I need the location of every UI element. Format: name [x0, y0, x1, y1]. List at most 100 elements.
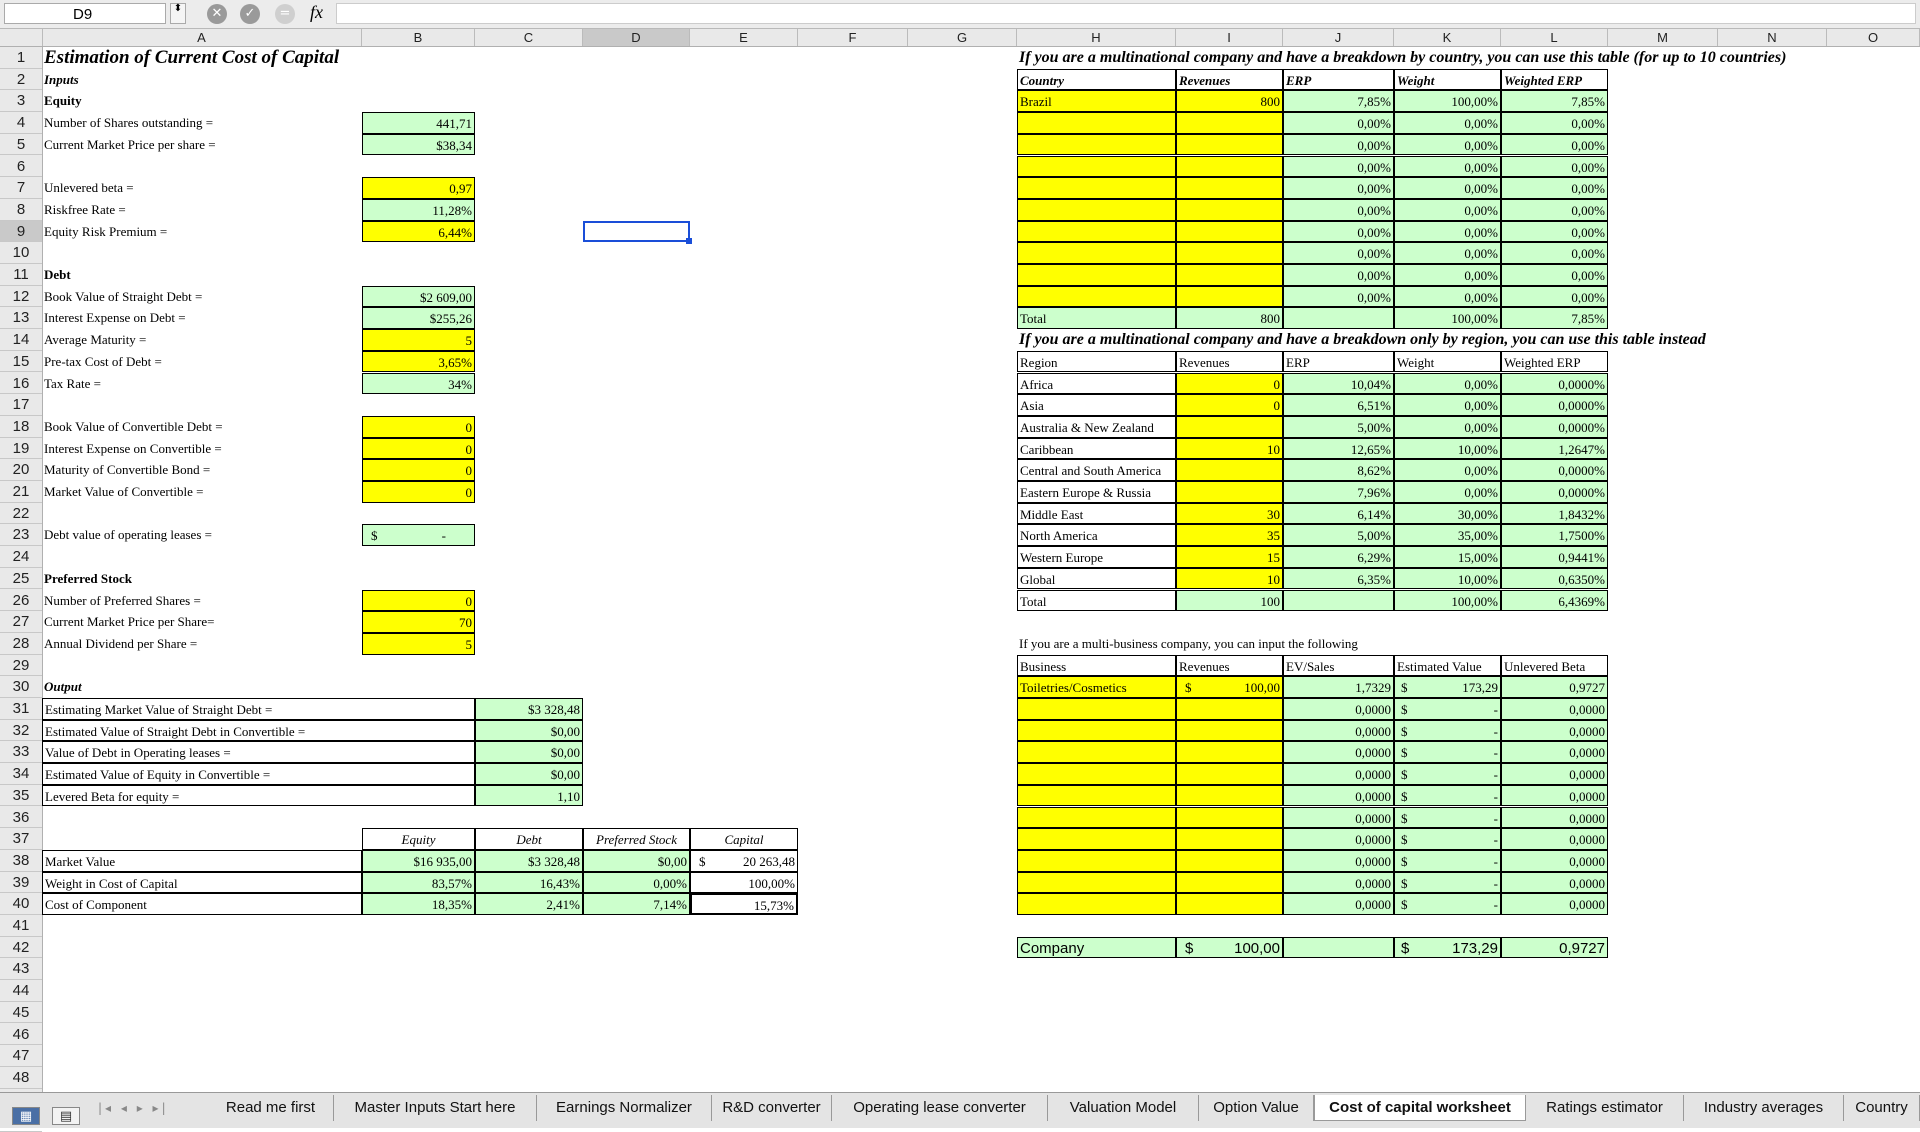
- business-name[interactable]: [1017, 806, 1176, 829]
- label-pref-price[interactable]: Current Market Price per Share=: [42, 611, 362, 633]
- country-cell[interactable]: 0,00%: [1501, 198, 1608, 221]
- column-header-o[interactable]: O: [1827, 29, 1920, 46]
- region-cell[interactable]: 10,04%: [1283, 372, 1394, 395]
- region-cell[interactable]: 0,6350%: [1501, 567, 1608, 590]
- region-cell[interactable]: 0,0000%: [1501, 459, 1608, 481]
- country-cell[interactable]: [1017, 112, 1176, 134]
- region-cell[interactable]: 0,00%: [1394, 459, 1501, 481]
- preferred-heading[interactable]: Preferred Stock: [42, 568, 362, 590]
- business-estimated-value[interactable]: - $: [1394, 719, 1501, 742]
- country-cell[interactable]: [1176, 177, 1283, 199]
- row-header-27[interactable]: 27: [0, 611, 42, 633]
- business-revenues[interactable]: [1176, 828, 1283, 850]
- business-header[interactable]: Estimated Value: [1394, 654, 1501, 677]
- region-cell[interactable]: 5,00%: [1283, 415, 1394, 438]
- output-heading[interactable]: Output: [42, 676, 362, 698]
- region-cell[interactable]: 0,00%: [1394, 415, 1501, 438]
- business-name[interactable]: [1017, 849, 1176, 872]
- row-header-35[interactable]: 35: [0, 785, 42, 807]
- business-name[interactable]: [1017, 719, 1176, 742]
- column-header-b[interactable]: B: [362, 29, 475, 46]
- region-cell[interactable]: 6,29%: [1283, 546, 1394, 568]
- sheet-tab-industry-averages[interactable]: Industry averages: [1684, 1095, 1844, 1121]
- label-conv-maturity[interactable]: Maturity of Convertible Bond =: [42, 459, 362, 481]
- country-cell[interactable]: 0,00%: [1283, 112, 1394, 134]
- input-leases[interactable]: - $: [362, 524, 475, 547]
- cancel-icon[interactable]: ✕: [207, 4, 227, 24]
- row-header-47[interactable]: 47: [0, 1045, 42, 1067]
- region-cell[interactable]: 6,35%: [1283, 567, 1394, 590]
- country-total-cell[interactable]: Total: [1017, 307, 1176, 330]
- input-conv-interest[interactable]: 0: [362, 437, 475, 460]
- column-header-j[interactable]: J: [1283, 29, 1394, 46]
- business-ev-sales[interactable]: 0,0000: [1283, 828, 1394, 850]
- region-cell[interactable]: Central and South America: [1017, 459, 1176, 481]
- output-label[interactable]: Estimated Value of Straight Debt in Conv…: [42, 719, 475, 742]
- label-riskfree[interactable]: Riskfree Rate =: [42, 199, 362, 221]
- row-header-10[interactable]: 10: [0, 242, 42, 264]
- business-name[interactable]: [1017, 784, 1176, 807]
- region-header[interactable]: Region: [1017, 350, 1176, 373]
- region-cell[interactable]: 8,62%: [1283, 459, 1394, 481]
- sheet-title[interactable]: Estimation of Current Cost of Capital: [42, 47, 475, 69]
- country-cell[interactable]: [1176, 264, 1283, 286]
- row-header-17[interactable]: 17: [0, 394, 42, 416]
- sheet-tab-earnings-normalizer[interactable]: Earnings Normalizer: [537, 1095, 712, 1121]
- country-total-cell[interactable]: 800: [1176, 307, 1283, 330]
- region-cell[interactable]: 10,00%: [1394, 567, 1501, 590]
- region-table-title[interactable]: If you are a multinational company and h…: [1017, 329, 1920, 351]
- input-erp[interactable]: 6,44%: [362, 220, 475, 243]
- normal-view-icon[interactable]: ▦: [12, 1107, 40, 1125]
- region-cell[interactable]: 10: [1176, 567, 1283, 590]
- region-cell[interactable]: Australia & New Zealand: [1017, 415, 1176, 438]
- business-revenues[interactable]: [1176, 698, 1283, 720]
- label-leases[interactable]: Debt value of operating leases =: [42, 524, 362, 546]
- row-header-30[interactable]: 30: [0, 676, 42, 698]
- country-cell[interactable]: [1017, 264, 1176, 286]
- business-name[interactable]: [1017, 893, 1176, 915]
- country-cell[interactable]: [1176, 112, 1283, 134]
- input-book-debt[interactable]: $2 609,00: [362, 285, 475, 308]
- region-total-cell[interactable]: 100: [1176, 589, 1283, 612]
- output-value[interactable]: $0,00: [475, 719, 583, 742]
- row-header-12[interactable]: 12: [0, 286, 42, 308]
- label-price[interactable]: Current Market Price per share =: [42, 134, 362, 156]
- column-header-l[interactable]: L: [1501, 29, 1608, 46]
- business-ev-sales[interactable]: 0,0000: [1283, 871, 1394, 894]
- region-cell[interactable]: 12,65%: [1283, 437, 1394, 460]
- row-header-43[interactable]: 43: [0, 958, 42, 981]
- region-cell[interactable]: Asia: [1017, 394, 1176, 416]
- input-maturity[interactable]: 5: [362, 329, 475, 351]
- row-header-34[interactable]: 34: [0, 763, 42, 785]
- output-value[interactable]: $3 328,48: [475, 698, 583, 720]
- output-label[interactable]: Levered Beta for equity =: [42, 784, 475, 807]
- input-pref-shares[interactable]: 0: [362, 589, 475, 612]
- row-header-13[interactable]: 13: [0, 307, 42, 330]
- business-unlevered-beta[interactable]: 0,0000: [1501, 828, 1608, 850]
- summary-header[interactable]: Capital: [690, 828, 798, 850]
- country-total-cell[interactable]: 7,85%: [1501, 307, 1608, 330]
- column-header-k[interactable]: K: [1394, 29, 1501, 46]
- country-cell[interactable]: 0,00%: [1394, 155, 1501, 178]
- company-revenues[interactable]: 100,00 $: [1176, 936, 1283, 959]
- country-total-cell[interactable]: [1283, 307, 1394, 330]
- country-cell[interactable]: 0,00%: [1501, 220, 1608, 243]
- summary-label[interactable]: Market Value: [42, 849, 362, 872]
- country-cell[interactable]: 0,00%: [1283, 264, 1394, 286]
- region-cell[interactable]: 0,0000%: [1501, 372, 1608, 395]
- business-unlevered-beta[interactable]: 0,0000: [1501, 784, 1608, 807]
- row-header-36[interactable]: 36: [0, 807, 42, 829]
- row-header-37[interactable]: 37: [0, 828, 42, 850]
- region-header[interactable]: Weighted ERP: [1501, 350, 1608, 373]
- input-beta[interactable]: 0,97: [362, 177, 475, 199]
- country-cell[interactable]: 0,00%: [1283, 220, 1394, 243]
- region-cell[interactable]: 7,96%: [1283, 481, 1394, 503]
- column-header-f[interactable]: F: [798, 29, 908, 46]
- summary-value[interactable]: $3 328,48: [475, 849, 583, 872]
- country-cell[interactable]: 0,00%: [1283, 155, 1394, 178]
- business-header[interactable]: Business: [1017, 654, 1176, 677]
- row-header-5[interactable]: 5: [0, 134, 42, 156]
- country-cell[interactable]: 0,00%: [1394, 133, 1501, 156]
- business-estimated-value[interactable]: - $: [1394, 698, 1501, 720]
- column-header-h[interactable]: H: [1017, 29, 1176, 46]
